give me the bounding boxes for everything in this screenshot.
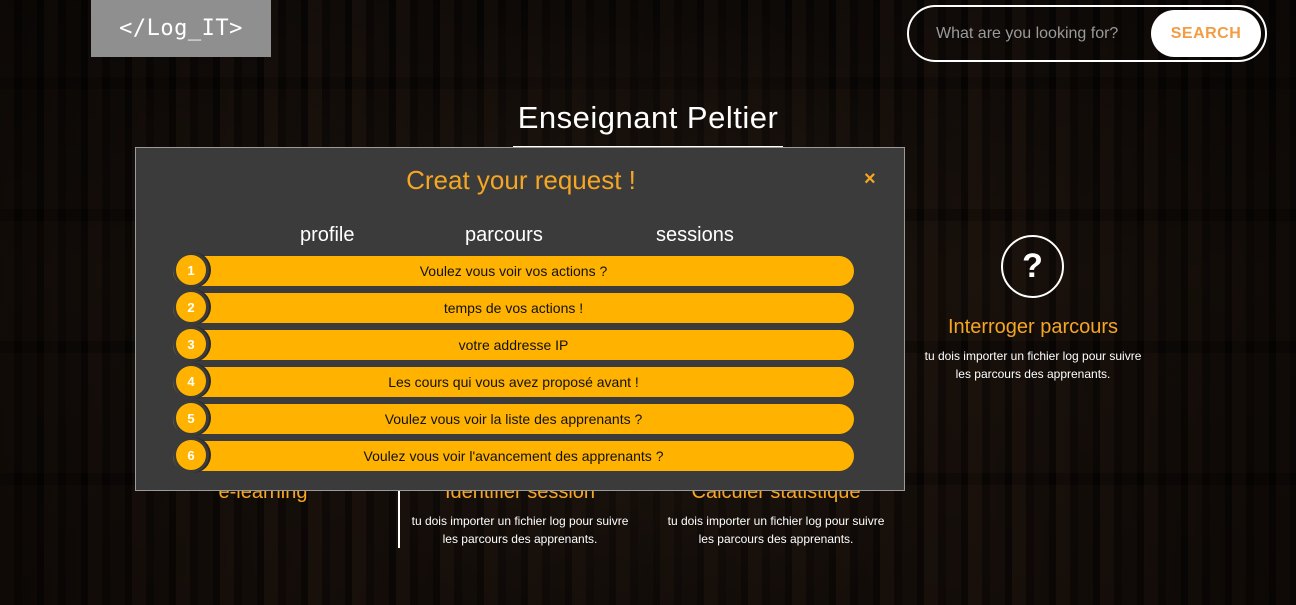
feature-interroger-parcours: Interroger parcours tu dois importer un … xyxy=(913,316,1153,383)
question-text: temps de vos actions ! xyxy=(443,300,584,316)
question-number-badge: 1 xyxy=(173,252,209,288)
question-number-badge: 5 xyxy=(173,400,209,436)
question-icon: ? xyxy=(1001,235,1064,298)
feature-title[interactable]: Interroger parcours xyxy=(913,316,1153,339)
feature-description: tu dois importer un fichier log pour sui… xyxy=(913,347,1153,383)
question-list: 1 Voulez vous voir vos actions ? 2 temps… xyxy=(173,252,854,478)
search-bar: SEARCH xyxy=(907,5,1267,62)
question-text: Voulez vous voir l'avancement des appren… xyxy=(363,448,664,464)
feature-desc-line: tu dois importer un fichier log pour sui… xyxy=(667,514,885,528)
question-number-badge: 3 xyxy=(173,326,209,362)
request-modal: Creat your request ! × profile parcours … xyxy=(135,147,905,491)
question-number-badge: 4 xyxy=(173,363,209,399)
question-text: Voulez vous voir vos actions ? xyxy=(419,263,608,279)
question-item[interactable]: 1 Voulez vous voir vos actions ? xyxy=(173,252,854,288)
feature-calculer-statistique: Calculer statistique tu dois importer un… xyxy=(656,481,896,548)
logo[interactable]: </Log_IT> xyxy=(91,0,271,57)
question-text: Voulez vous voir la liste des apprenants… xyxy=(384,411,643,427)
page-title: Enseignant Peltier xyxy=(517,100,779,135)
feature-description: tu dois importer un fichier log pour sui… xyxy=(400,512,640,548)
feature-description: tu dois importer un fichier log pour sui… xyxy=(656,512,896,548)
question-item[interactable]: 2 temps de vos actions ! xyxy=(173,289,854,325)
question-item[interactable]: 6 Voulez vous voir l'avancement des appr… xyxy=(173,437,854,473)
search-button[interactable]: SEARCH xyxy=(1151,10,1261,57)
question-item[interactable]: 3 votre addresse IP xyxy=(173,326,854,362)
question-text: votre addresse IP xyxy=(458,337,569,353)
feature-desc-line: les parcours des apprenants. xyxy=(698,532,854,546)
feature-desc-line: tu dois importer un fichier log pour sui… xyxy=(411,514,629,528)
close-icon[interactable]: × xyxy=(864,168,876,191)
search-input[interactable] xyxy=(936,24,1151,43)
feature-desc-line: tu dois importer un fichier log pour sui… xyxy=(924,349,1142,363)
tab-profile[interactable]: profile xyxy=(300,224,354,247)
tab-sessions[interactable]: sessions xyxy=(656,224,734,247)
question-item[interactable]: 5 Voulez vous voir la liste des apprenan… xyxy=(173,400,854,436)
feature-desc-line: les parcours des apprenants. xyxy=(955,367,1111,381)
modal-title: Creat your request ! xyxy=(406,165,636,195)
question-text: Les cours qui vous avez proposé avant ! xyxy=(388,374,639,390)
feature-desc-line: les parcours des apprenants. xyxy=(442,532,598,546)
feature-identifier-session: Identifier session tu dois importer un f… xyxy=(400,481,640,548)
question-item[interactable]: 4 Les cours qui vous avez proposé avant … xyxy=(173,363,854,399)
question-number-badge: 6 xyxy=(173,437,209,473)
question-number-badge: 2 xyxy=(173,289,209,325)
tab-parcours[interactable]: parcours xyxy=(465,224,543,247)
